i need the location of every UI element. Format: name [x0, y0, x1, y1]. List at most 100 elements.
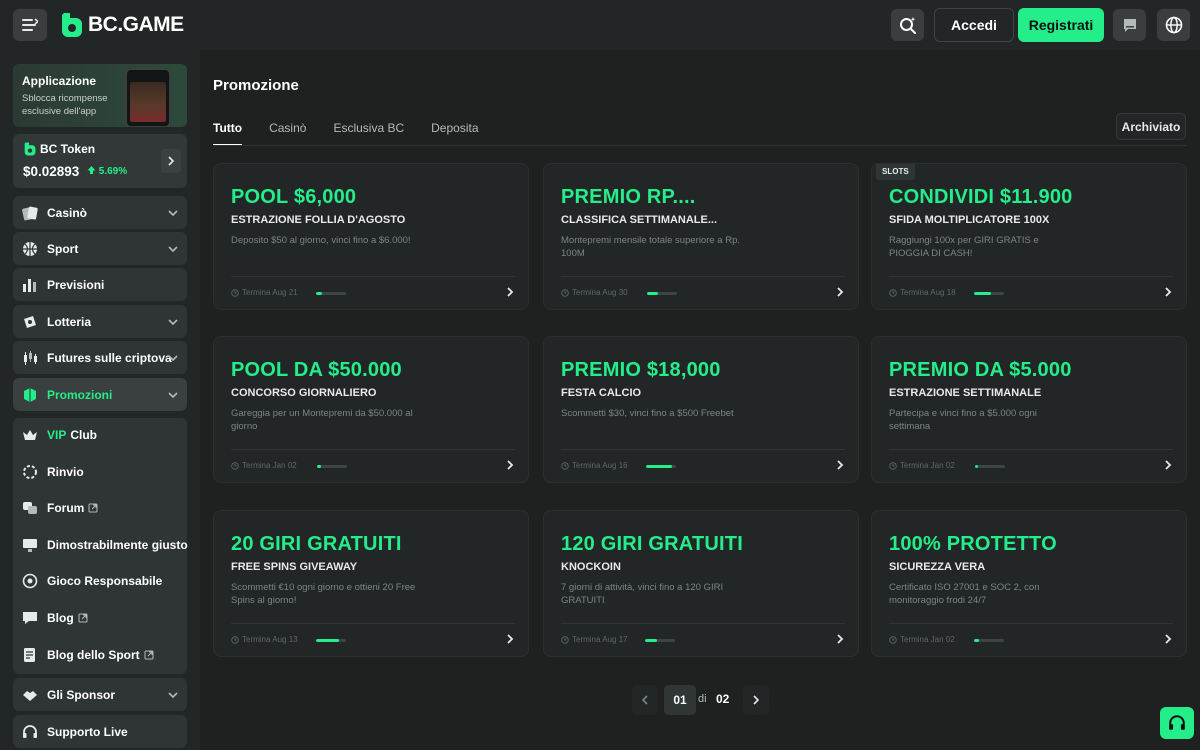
promo-tabs: Tutto Casinò Esclusiva BC Deposita [213, 120, 506, 146]
archived-button[interactable]: Archiviato [1116, 113, 1186, 140]
promo-subtitle: SFIDA MOLTIPLICATORE 100X [889, 214, 1050, 226]
clock-icon [231, 461, 239, 470]
sponsor-icon [21, 686, 39, 703]
promo-card[interactable]: PREMIO DA $5.000 ESTRAZIONE SETTIMANALE … [871, 336, 1187, 483]
bcgame-logo[interactable]: BC.GAME [60, 11, 184, 39]
promo-end-date: Termina Aug 21 [231, 288, 298, 297]
promo-subtitle: ESTRAZIONE SETTIMANALE [889, 387, 1042, 399]
sport-blog-icon [21, 646, 39, 663]
sidebar-item-vip-club[interactable]: VIP Club [13, 418, 187, 451]
sidebar-item-label: Blog [47, 611, 88, 625]
promo-title: 120 GIRI GRATUITI [561, 533, 743, 555]
promo-progress-bar [646, 465, 676, 468]
register-button[interactable]: Registrati [1018, 8, 1104, 42]
page-of-label: di [698, 693, 707, 705]
menu-toggle-button[interactable] [13, 9, 47, 41]
sidebar-item-label: Sport [47, 241, 79, 256]
sidebar-item-responsible-gaming[interactable]: Gioco Responsabile [13, 564, 187, 597]
promo-progress-fill [975, 465, 978, 468]
sidebar-item-live-support[interactable]: Supporto Live [13, 715, 187, 748]
promo-end-text: Termina Aug 21 [242, 288, 298, 297]
tab-deposita[interactable]: Deposita [431, 120, 478, 146]
promo-card[interactable]: 100% PROTETTO SICUREZZA VERA Certificato… [871, 510, 1187, 657]
promo-progress-fill [647, 292, 658, 295]
tab-tutto[interactable]: Tutto [213, 120, 243, 146]
refresh-icon [21, 463, 39, 480]
prev-page-button[interactable] [632, 685, 658, 715]
clock-icon [889, 635, 897, 644]
sidebar-item-label: Supporto Live [47, 724, 128, 739]
sidebar-item-label: Futures sulle criptova [47, 350, 172, 365]
promo-end-date: Termina Aug 13 [231, 635, 298, 644]
promo-end-text: Termina Aug 30 [572, 288, 628, 297]
sidebar-item-provably-fair[interactable]: Dimostrabilmente giusto [13, 528, 188, 561]
sidebar-item-label: Gli Sponsor [47, 687, 116, 702]
external-link-icon [88, 503, 98, 512]
sidebar-item-label: VIP Club [47, 428, 97, 442]
chat-button[interactable] [1113, 9, 1146, 41]
sidebar-item-forum[interactable]: Forum [13, 491, 187, 524]
bar-chart-icon [21, 276, 39, 293]
login-button[interactable]: Accedi [934, 8, 1014, 42]
sidebar-item-label: Rinvio [47, 464, 84, 479]
fair-icon [21, 536, 39, 553]
sidebar-item-sport[interactable]: Sport [13, 232, 187, 265]
vip-prefix: VIP [47, 427, 67, 442]
promo-progress-bar [647, 292, 677, 295]
vip-club-text: Club [70, 427, 98, 442]
promo-card[interactable]: 20 GIRI GRATUITI FREE SPINS GIVEAWAY Sco… [213, 510, 529, 657]
sidebar-item-label: Blog dello Sport [47, 648, 154, 662]
promo-divider [231, 449, 515, 450]
promo-card[interactable]: SLOTS CONDIVIDI $11.900 SFIDA MOLTIPLICAT… [871, 163, 1187, 310]
promo-progress-bar [317, 465, 347, 468]
chat-icon [1123, 19, 1136, 32]
promo-end-date: Termina Aug 17 [561, 635, 628, 644]
app-download-card[interactable]: Applicazione Sblocca ricompense esclusiv… [13, 64, 187, 127]
next-page-button[interactable] [743, 685, 769, 715]
promo-progress-bar [975, 465, 1005, 468]
promo-progress-bar [974, 639, 1004, 642]
cards-icon [21, 204, 39, 221]
promo-end-date: Termina Jan 02 [231, 461, 297, 470]
promo-card[interactable]: 120 GIRI GRATUITI KNOCKOIN 7 giorni di a… [543, 510, 859, 657]
tab-esclusiva-bc[interactable]: Esclusiva BC [333, 120, 404, 146]
tab-casino[interactable]: Casinò [269, 120, 306, 146]
promo-card[interactable]: PREMIO $18,000 FESTA CALCIO Scommetti $3… [543, 336, 859, 483]
promo-card[interactable]: POOL DA $50.000 CONCORSO GIORNALIERO Gar… [213, 336, 529, 483]
token-expand-button[interactable] [161, 149, 181, 173]
sidebar-item-casino[interactable]: Casinò [13, 196, 187, 229]
promo-divider [561, 623, 845, 624]
sidebar-item-futures[interactable]: Futures sulle criptova [13, 341, 187, 374]
sidebar-item-sponsors[interactable]: Gli Sponsor [13, 678, 187, 711]
bc-token-card[interactable]: BC Token $0.02893 5.69% [13, 134, 187, 188]
promo-end-date: Termina Aug 30 [561, 288, 628, 297]
sidebar-item-sport-blog[interactable]: Blog dello Sport [13, 638, 187, 671]
clock-icon [561, 288, 569, 297]
promo-card[interactable]: POOL $6,000 ESTRAZIONE FOLLIA D'AGOSTO D… [213, 163, 529, 310]
sidebar-item-previsioni[interactable]: Previsioni [13, 268, 187, 301]
promo-end-date: Termina Aug 16 [561, 461, 628, 470]
support-chat-button[interactable] [1160, 707, 1194, 739]
blog-label: Blog [47, 610, 74, 625]
sidebar-item-rinvio[interactable]: Rinvio [13, 455, 187, 488]
chevron-right-icon [1165, 460, 1172, 470]
promo-end-text: Termina Aug 17 [572, 635, 628, 644]
promo-description: Scommetti €10 ogni giorno e ottieni 20 F… [231, 582, 416, 606]
promo-progress-fill [646, 465, 672, 468]
promo-progress-fill [316, 292, 322, 295]
promo-progress-bar [645, 639, 675, 642]
sidebar-item-lotteria[interactable]: Lotteria [13, 305, 187, 338]
sidebar-item-blog[interactable]: Blog [13, 601, 187, 634]
sidebar-item-promozioni[interactable]: Promozioni [13, 378, 187, 411]
sidebar-item-label: Gioco Responsabile [47, 573, 163, 588]
headset-icon [21, 723, 39, 740]
search-button[interactable] [891, 9, 924, 41]
promo-icon [21, 386, 39, 403]
bc-token-icon [24, 142, 36, 156]
promo-end-date: Termina Jan 02 [889, 635, 955, 644]
current-page[interactable]: 01 [664, 685, 696, 715]
globe-icon [1165, 16, 1182, 34]
candlestick-icon [21, 349, 39, 366]
language-button[interactable] [1157, 9, 1190, 41]
promo-card[interactable]: PREMIO RP.... CLASSIFICA SETTIMANALE... … [543, 163, 859, 310]
